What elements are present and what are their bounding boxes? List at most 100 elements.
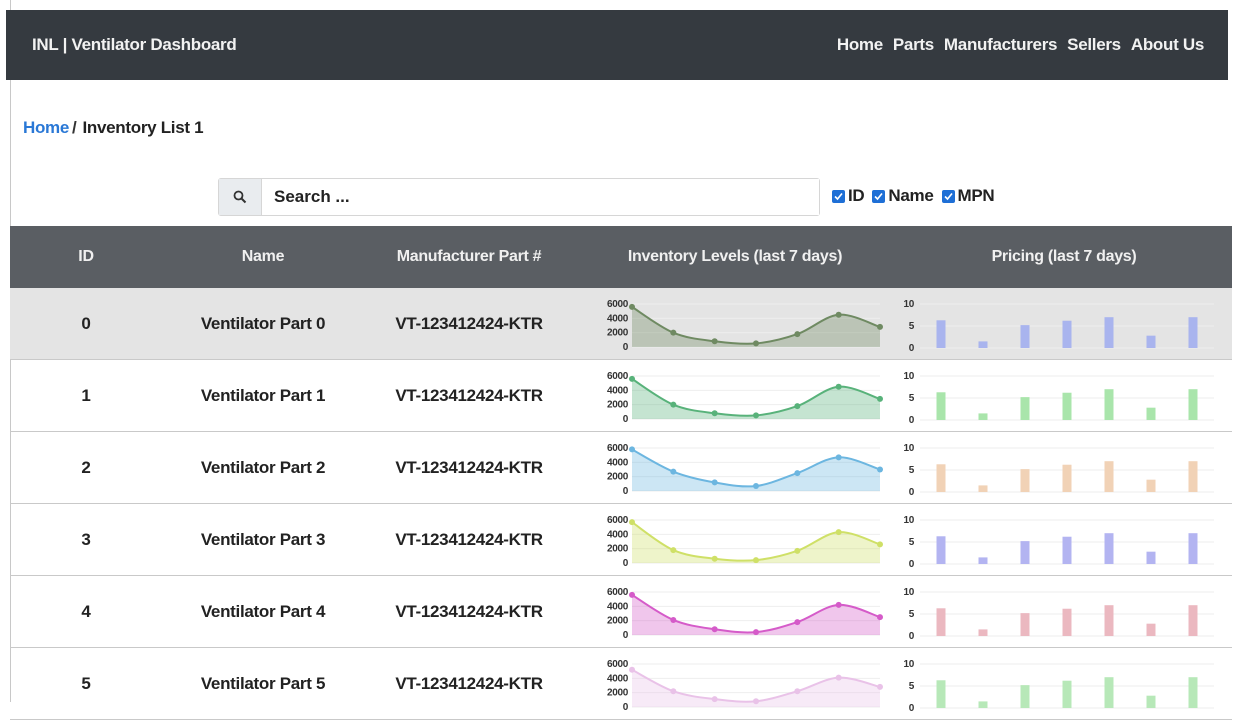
- inventory-point[interactable]: [629, 303, 635, 310]
- inventory-point[interactable]: [629, 375, 635, 382]
- inventory-point[interactable]: [835, 528, 842, 535]
- table-row[interactable]: 1 Ventilator Part 1 VT-123412424-KTR 6000 40…: [10, 359, 1232, 432]
- pricing-bar[interactable]: [978, 556, 988, 564]
- inventory-point[interactable]: [670, 329, 677, 336]
- inventory-point[interactable]: [629, 591, 635, 598]
- inventory-point[interactable]: [835, 601, 842, 608]
- pricing-bar[interactable]: [1104, 676, 1114, 708]
- pricing-bar[interactable]: [1062, 392, 1072, 420]
- inventory-point[interactable]: [711, 409, 718, 416]
- inventory-point[interactable]: [753, 339, 759, 346]
- inventory-point[interactable]: [629, 445, 635, 452]
- pricing-bar[interactable]: [1188, 532, 1198, 564]
- pricing-bar[interactable]: [1062, 680, 1072, 708]
- inventory-point[interactable]: [794, 687, 801, 694]
- pricing-bar[interactable]: [936, 319, 946, 348]
- pricing-bar[interactable]: [936, 463, 946, 492]
- search-input[interactable]: [262, 179, 819, 215]
- inventory-point[interactable]: [711, 478, 718, 485]
- inventory-point[interactable]: [670, 616, 677, 623]
- pricing-bar[interactable]: [1104, 388, 1114, 420]
- table-row[interactable]: 0 Ventilator Part 0 VT-123412424-KTR 6000 40…: [10, 288, 1232, 360]
- inventory-point[interactable]: [877, 613, 883, 620]
- inventory-point[interactable]: [877, 323, 883, 330]
- table-row[interactable]: 2 Ventilator Part 2 VT-123412424-KTR 6000 40…: [10, 431, 1232, 504]
- inventory-point[interactable]: [711, 625, 718, 632]
- pricing-bar[interactable]: [1146, 407, 1156, 420]
- inventory-point[interactable]: [835, 383, 842, 390]
- pricing-bar[interactable]: [1146, 551, 1156, 564]
- pricing-bar[interactable]: [1020, 540, 1030, 564]
- table-row[interactable]: 3 Ventilator Part 3 VT-123412424-KTR 6000 40…: [10, 503, 1232, 576]
- pricing-bar[interactable]: [978, 412, 988, 420]
- pricing-bar[interactable]: [1146, 695, 1156, 708]
- inventory-point[interactable]: [835, 311, 842, 318]
- inventory-point[interactable]: [835, 453, 842, 460]
- nav-link-manufacturers[interactable]: Manufacturers: [944, 35, 1058, 55]
- inventory-point[interactable]: [670, 687, 677, 694]
- filter-mpn[interactable]: MPN: [941, 186, 995, 206]
- pricing-bar[interactable]: [1104, 532, 1114, 564]
- inventory-point[interactable]: [711, 695, 718, 702]
- pricing-bar[interactable]: [936, 391, 946, 420]
- inventory-point[interactable]: [753, 697, 759, 704]
- checkbox-checked-icon[interactable]: [832, 189, 845, 203]
- inventory-point[interactable]: [877, 540, 883, 547]
- inventory-point[interactable]: [794, 618, 801, 625]
- nav-link-about-us[interactable]: About Us: [1131, 35, 1204, 55]
- pricing-bar[interactable]: [1146, 335, 1156, 348]
- inventory-point[interactable]: [753, 628, 759, 635]
- inventory-point[interactable]: [670, 401, 677, 408]
- filter-id[interactable]: ID: [832, 186, 865, 206]
- pricing-bar[interactable]: [1188, 316, 1198, 348]
- nav-link-home[interactable]: Home: [837, 35, 883, 55]
- pricing-bar[interactable]: [1104, 604, 1114, 636]
- column-header-id[interactable]: ID: [10, 226, 162, 288]
- pricing-bar[interactable]: [1146, 479, 1156, 492]
- inventory-point[interactable]: [711, 337, 718, 344]
- inventory-point[interactable]: [794, 330, 801, 337]
- pricing-bar[interactable]: [1020, 396, 1030, 420]
- column-header-name[interactable]: Name: [162, 226, 364, 288]
- pricing-bar[interactable]: [936, 679, 946, 708]
- column-header-inventory[interactable]: Inventory Levels (last 7 days): [574, 226, 896, 288]
- pricing-bar[interactable]: [936, 607, 946, 636]
- pricing-bar[interactable]: [1188, 604, 1198, 636]
- filter-name[interactable]: Name: [872, 186, 934, 206]
- pricing-bar[interactable]: [978, 628, 988, 636]
- inventory-point[interactable]: [753, 556, 759, 563]
- checkbox-checked-icon[interactable]: [872, 189, 886, 203]
- pricing-bar[interactable]: [936, 535, 946, 564]
- checkbox-checked-icon[interactable]: [941, 189, 955, 203]
- pricing-bar[interactable]: [1020, 324, 1030, 348]
- column-header-pricing[interactable]: Pricing (last 7 days): [896, 226, 1232, 288]
- inventory-point[interactable]: [629, 518, 635, 525]
- pricing-bar[interactable]: [1062, 464, 1072, 492]
- pricing-bar[interactable]: [1062, 608, 1072, 636]
- pricing-bar[interactable]: [1188, 388, 1198, 420]
- inventory-point[interactable]: [670, 546, 677, 553]
- inventory-point[interactable]: [753, 482, 759, 489]
- pricing-bar[interactable]: [1020, 684, 1030, 708]
- table-row[interactable]: 4 Ventilator Part 4 VT-123412424-KTR 6000 40…: [10, 575, 1232, 648]
- inventory-point[interactable]: [877, 466, 883, 472]
- breadcrumb-home-link[interactable]: Home: [23, 118, 69, 137]
- inventory-point[interactable]: [794, 402, 801, 409]
- pricing-bar[interactable]: [1104, 460, 1114, 492]
- table-row[interactable]: 5 Ventilator Part 5 VT-123412424-KTR 6000 40…: [10, 647, 1232, 720]
- pricing-bar[interactable]: [1104, 316, 1114, 348]
- inventory-point[interactable]: [753, 411, 759, 418]
- pricing-bar[interactable]: [1020, 612, 1030, 636]
- pricing-bar[interactable]: [978, 484, 988, 492]
- pricing-bar[interactable]: [1062, 536, 1072, 564]
- inventory-point[interactable]: [670, 468, 677, 475]
- pricing-bar[interactable]: [1188, 676, 1198, 708]
- inventory-point[interactable]: [794, 547, 801, 554]
- inventory-point[interactable]: [877, 395, 883, 402]
- search-icon[interactable]: [219, 179, 262, 215]
- nav-link-parts[interactable]: Parts: [893, 35, 934, 55]
- inventory-point[interactable]: [629, 666, 635, 673]
- inventory-point[interactable]: [711, 555, 718, 562]
- pricing-bar[interactable]: [1146, 623, 1156, 636]
- nav-link-sellers[interactable]: Sellers: [1067, 35, 1121, 55]
